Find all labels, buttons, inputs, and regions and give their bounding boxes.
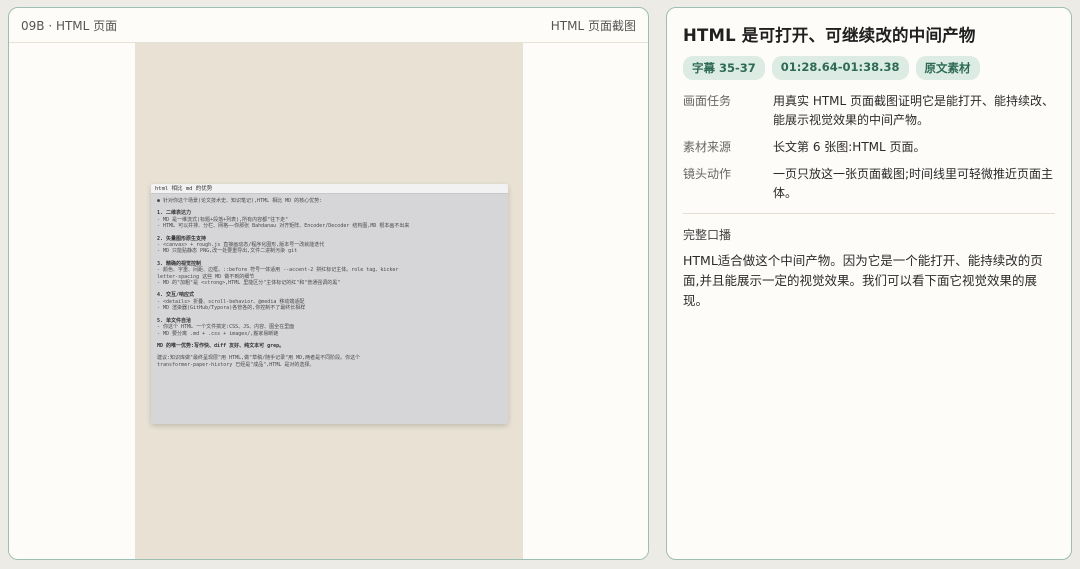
narration-label: 完整口播 [683, 228, 732, 242]
scene-type-label: HTML 页面截图 [550, 18, 636, 33]
badge-row: 字幕 35-37 01:28.64-01:38.38 原文素材 [683, 56, 1055, 80]
subtitle-range-badge: 字幕 35-37 [683, 56, 765, 80]
screenshot-body: ● 针对你这个场景(论文技术史、知识笔记),HTML 相比 MD 的核心优势: 1… [151, 194, 508, 368]
left-header: 09B · HTML 页面 HTML 页面截图 [9, 8, 648, 43]
info-value: 长文第 6 张图:HTML 页面。 [773, 140, 926, 154]
info-value: 一页只放这一张页面截图;时间线里可轻微推近页面主体。 [773, 167, 1054, 200]
timecode-badge: 01:28.64-01:38.38 [771, 56, 909, 80]
info-key: 镜头动作 [683, 167, 732, 181]
screenshot-line: transformer-paper-history 已经是"成品",HTML 是… [157, 361, 315, 368]
info-row-source: 素材来源 长文第 6 张图:HTML 页面。 [683, 138, 1055, 157]
info-row-camera: 镜头动作 一页只放这一张页面截图;时间线里可轻微推近页面主体。 [683, 165, 1055, 203]
narration-text: HTML适合做这个中间产物。因为它是一个能打开、能持续改的页面,并且能展示一定的… [683, 253, 1043, 308]
html-page-screenshot: html 相比 md 的优势 ● 针对你这个场景(论文技术史、知识笔记),HTM… [151, 184, 508, 424]
info-key: 画面任务 [683, 94, 732, 108]
source-material-badge: 原文素材 [915, 56, 980, 80]
scene-title: HTML 是可打开、可继续改的中间产物 [683, 26, 976, 45]
divider [683, 213, 1055, 214]
scene-id-label: 09B · HTML 页面 [21, 18, 118, 33]
right-panel: HTML 是可打开、可继续改的中间产物 字幕 35-37 01:28.64-01… [666, 7, 1072, 560]
left-panel: 09B · HTML 页面 HTML 页面截图 html 相比 md 的优势 ●… [8, 7, 649, 560]
preview-stage: html 相比 md 的优势 ● 针对你这个场景(论文技术史、知识笔记),HTM… [9, 43, 648, 559]
info-key: 素材来源 [683, 140, 732, 154]
screenshot-title: html 相比 md 的优势 [151, 184, 508, 194]
info-row-task: 画面任务 用真实 HTML 页面截图证明它是能打开、能持续改、能展示视觉效果的中… [683, 92, 1055, 130]
info-value: 用真实 HTML 页面截图证明它是能打开、能持续改、能展示视觉效果的中间产物。 [773, 94, 1055, 127]
